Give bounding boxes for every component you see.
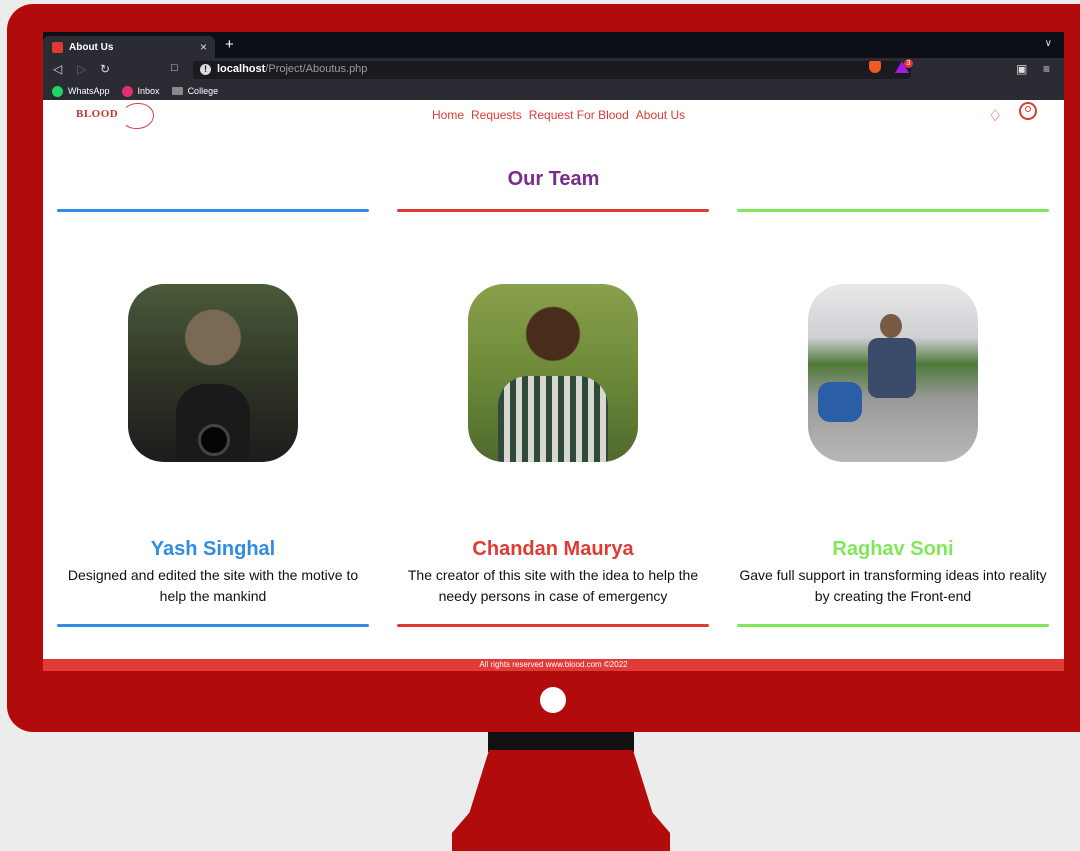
bookmark-icon[interactable]: □ <box>171 62 178 74</box>
page-title: Our Team <box>507 168 600 190</box>
divider-green-bottom <box>737 624 1049 627</box>
site-info-icon[interactable]: ! <box>200 64 211 75</box>
member-name-chandan: Chandan Maurya <box>472 538 634 560</box>
member-photo-raghav <box>808 284 978 462</box>
user-icon[interactable] <box>1019 102 1037 120</box>
member-figure <box>498 376 608 462</box>
menu-icon[interactable]: ≡ <box>1043 62 1050 76</box>
member-figure <box>868 338 916 398</box>
reload-icon[interactable]: ↻ <box>100 62 110 76</box>
brave-shield-icon[interactable] <box>869 61 881 73</box>
divider-red-bottom <box>397 624 709 627</box>
monitor-neck <box>488 732 634 752</box>
rewards-badge: 3 <box>904 59 913 68</box>
folder-icon <box>171 87 183 95</box>
wallet-icon[interactable]: ▣ <box>1016 62 1027 76</box>
member-head <box>880 314 902 338</box>
tab-close-icon[interactable]: × <box>200 40 207 54</box>
back-icon[interactable]: ◁ <box>53 62 62 76</box>
bookmark-college[interactable]: College <box>171 86 218 96</box>
divider-green-top <box>737 209 1049 212</box>
monitor-stand <box>452 750 670 851</box>
camera-icon <box>198 424 230 456</box>
instagram-icon <box>121 85 133 97</box>
divider-blue-top <box>57 209 369 212</box>
nav-home[interactable]: Home <box>432 108 464 122</box>
browser-tab[interactable]: About Us × <box>43 36 215 58</box>
backpack <box>818 382 862 422</box>
screen: About Us × + ∨ ◁ ▷ ↻ □ ! localhost/Proje… <box>43 32 1064 671</box>
member-photo-yash <box>128 284 298 462</box>
power-button-icon <box>540 687 566 713</box>
browser-toolbar: ◁ ▷ ↻ □ ! localhost/Project/Aboutus.php … <box>43 58 1064 82</box>
nav-requests[interactable]: Requests <box>471 108 522 122</box>
site-logo[interactable]: BLOOD <box>76 103 154 129</box>
new-tab-button[interactable]: + <box>225 36 234 53</box>
bookmarks-bar: WhatsApp Inbox College <box>43 82 1064 100</box>
member-desc-chandan: The creator of this site with the idea t… <box>407 567 699 604</box>
heart-icon <box>122 103 154 129</box>
site-footer: All rights reserved www.blood.com ©2022 <box>43 659 1064 671</box>
page-content: BLOOD Home Requests Request For Blood Ab… <box>43 100 1064 671</box>
site-nav: Home Requests Request For Blood About Us <box>432 108 685 122</box>
member-name-yash: Yash Singhal <box>150 538 276 560</box>
whatsapp-icon <box>52 85 63 97</box>
member-name-raghav: Raghav Soni <box>832 538 954 560</box>
divider-blue-bottom <box>57 624 369 627</box>
bookmark-whatsapp[interactable]: WhatsApp <box>52 85 110 97</box>
nav-about-us[interactable]: About Us <box>636 108 685 122</box>
chevron-down-icon[interactable]: ∨ <box>1045 38 1052 49</box>
tab-bar: About Us × + ∨ <box>43 32 1064 58</box>
member-desc-raghav: Gave full support in transforming ideas … <box>739 567 1047 604</box>
forward-icon[interactable]: ▷ <box>77 62 86 76</box>
member-photo-chandan <box>468 284 638 462</box>
bell-icon[interactable]: ♢ <box>988 106 1002 126</box>
tab-title: About Us <box>69 41 114 53</box>
address-bar[interactable]: ! localhost/Project/Aboutus.php <box>193 61 911 79</box>
favicon-icon <box>52 41 63 53</box>
url-text: localhost/Project/Aboutus.php <box>217 63 368 75</box>
nav-request-for-blood[interactable]: Request For Blood <box>529 108 629 122</box>
divider-red-top <box>397 209 709 212</box>
member-desc-yash: Designed and edited the site with the mo… <box>67 567 359 604</box>
bookmark-inbox[interactable]: Inbox <box>121 85 160 97</box>
